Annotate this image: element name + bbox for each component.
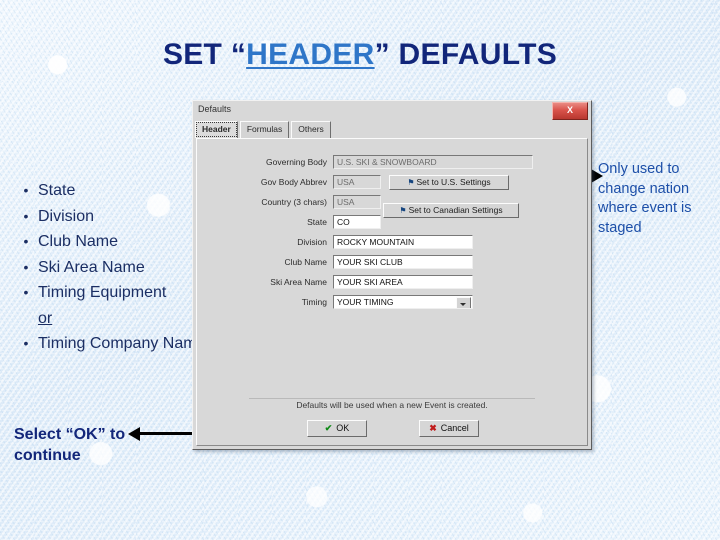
- bullet-marker: •: [23, 207, 29, 224]
- tab-formulas[interactable]: Formulas: [239, 121, 290, 138]
- ok-button-label: OK: [336, 423, 350, 433]
- ok-button[interactable]: ✔ OK: [307, 420, 367, 437]
- dialog-titlebar: Defaults X: [193, 101, 591, 120]
- bullet-marker: •: [23, 258, 29, 275]
- field-label: Governing Body: [266, 157, 327, 167]
- bullet-marker: •: [23, 182, 29, 198]
- set-to-us-settings-button[interactable]: ⚑ Set to U.S. Settings: [389, 175, 509, 190]
- bullet-label: Club Name: [38, 233, 119, 250]
- club-name-field[interactable]: YOUR SKI CLUB: [333, 255, 473, 269]
- bullet-label: Timing Company Name: [38, 335, 206, 352]
- timing-combo[interactable]: YOUR TIMING: [333, 295, 473, 309]
- field-label: State: [307, 217, 327, 227]
- division-field[interactable]: ROCKY MOUNTAIN: [333, 235, 473, 249]
- list-item: • Club Name: [14, 229, 214, 255]
- field-label: Ski Area Name: [270, 277, 327, 287]
- title-prefix: SET “: [162, 38, 247, 71]
- cancel-button[interactable]: ✖ Cancel: [419, 420, 479, 437]
- country-field[interactable]: USA: [333, 195, 381, 209]
- field-row-governing-body: Governing Body: [197, 155, 327, 171]
- flag-icon: ⚑: [407, 178, 415, 187]
- field-label: Timing: [301, 297, 327, 307]
- governing-body-field[interactable]: U.S. SKI & SNOWBOARD: [333, 155, 533, 169]
- tab-header[interactable]: Header: [195, 121, 238, 138]
- bullet-label: Ski Area Name: [38, 258, 145, 276]
- field-row-gov-body-abbrev: Gov Body Abbrev: [197, 175, 327, 191]
- field-row-state: State: [197, 215, 327, 231]
- title-highlight-header: HEADER: [246, 38, 375, 71]
- close-icon[interactable]: X: [552, 102, 588, 120]
- check-icon: ✔: [324, 423, 333, 433]
- annotation-select-ok-note: Select “OK” to continue: [14, 426, 126, 464]
- dialog-title: Defaults: [198, 104, 232, 114]
- set-to-us-settings-label: Set to U.S. Settings: [416, 177, 491, 187]
- cancel-button-label: Cancel: [440, 423, 469, 433]
- field-row-country: Country (3 chars): [197, 195, 327, 211]
- list-item: • Timing Company Name: [14, 331, 214, 357]
- defaults-dialog-window: Defaults X Header Formulas Others Govern…: [192, 100, 592, 450]
- gov-body-abbrev-field[interactable]: USA: [333, 175, 381, 189]
- list-item: • Timing Equipment: [14, 280, 214, 306]
- bullet-label: Timing Equipment: [38, 284, 167, 301]
- field-label: Division: [297, 237, 327, 247]
- title-suffix: ” DEFAULTS: [374, 38, 558, 71]
- chevron-down-icon[interactable]: [456, 297, 471, 308]
- bullet-marker: •: [23, 284, 29, 300]
- bullet-marker: •: [23, 335, 29, 351]
- set-to-canadian-settings-button[interactable]: ⚑ Set to Canadian Settings: [383, 203, 519, 218]
- dialog-client-area: Governing Body U.S. SKI & SNOWBOARD Gov …: [196, 138, 588, 446]
- field-label: Gov Body Abbrev: [260, 177, 327, 187]
- field-row-timing: Timing: [197, 295, 327, 311]
- ski-area-name-field[interactable]: YOUR SKI AREA: [333, 275, 473, 289]
- field-row-division: Division: [197, 235, 327, 251]
- dialog-footer-note: Defaults will be used when a new Event i…: [249, 398, 535, 413]
- bullet-list: • State • Division • Club Name • Ski Are…: [14, 178, 214, 357]
- annotation-arrow-bottom-head-left: [128, 426, 140, 441]
- timing-combo-value: YOUR TIMING: [337, 297, 394, 307]
- dialog-tabstrip: Header Formulas Others: [195, 121, 589, 138]
- page-title: SET “HEADER” DEFAULTS: [0, 38, 720, 72]
- annotation-arrow-right-head-right: [591, 168, 603, 183]
- list-item: • Ski Area Name: [14, 255, 214, 281]
- field-label: Club Name: [284, 257, 327, 267]
- field-row-ski-area-name: Ski Area Name: [197, 275, 327, 291]
- x-icon: ✖: [429, 423, 437, 433]
- bullet-label: Division: [38, 207, 95, 225]
- flag-icon: ⚑: [399, 206, 407, 215]
- set-to-canadian-settings-label: Set to Canadian Settings: [408, 205, 503, 215]
- list-item: • Division: [14, 204, 214, 230]
- list-item: • State: [14, 178, 214, 204]
- bullet-label: State: [38, 182, 76, 199]
- tab-others[interactable]: Others: [291, 121, 331, 138]
- field-label: Country (3 chars): [261, 197, 327, 207]
- annotation-nation-note: Only used to change nation where event i…: [598, 161, 692, 236]
- bullet-marker: •: [23, 233, 29, 249]
- state-field[interactable]: CO: [333, 215, 381, 229]
- bullet-conjunction-or: or: [38, 309, 53, 327]
- field-row-club-name: Club Name: [197, 255, 327, 271]
